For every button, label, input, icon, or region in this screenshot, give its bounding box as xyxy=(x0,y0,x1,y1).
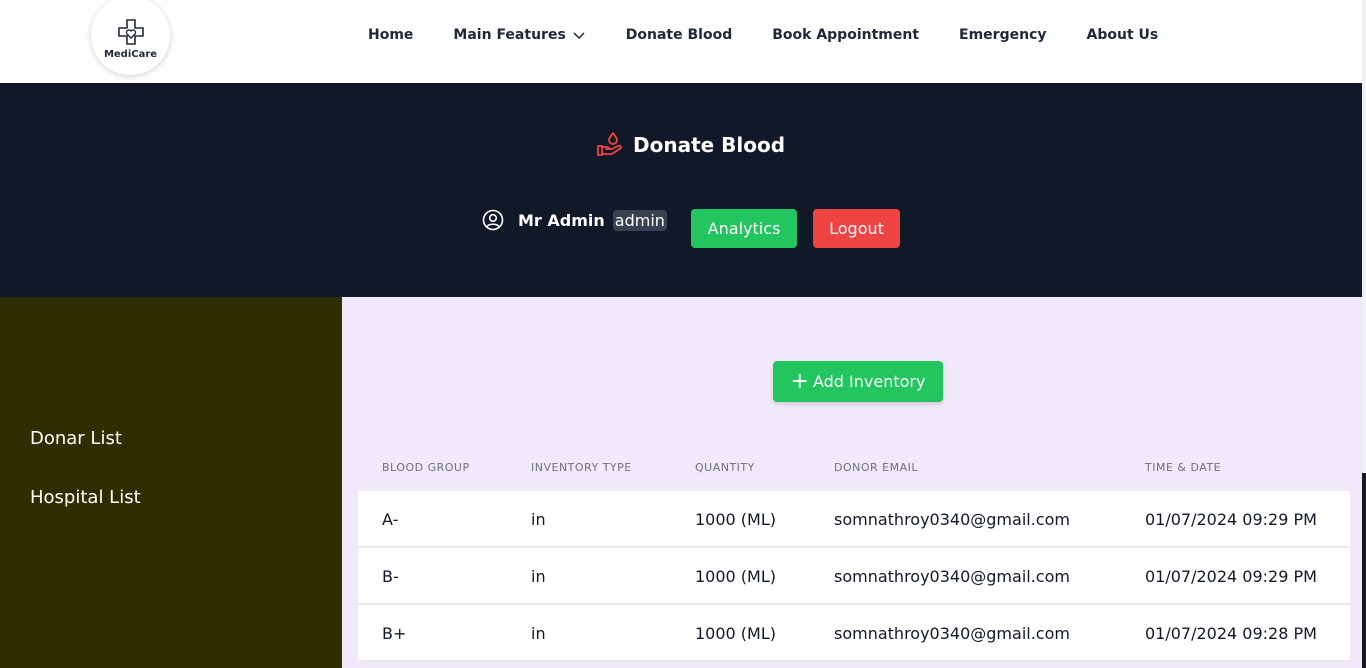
role-badge: admin xyxy=(612,209,667,231)
logo-text: MediCare xyxy=(103,48,158,60)
cell-donor-email: somnathroy0340@gmail.com xyxy=(834,510,1070,529)
table-row[interactable]: A- in 1000 (ML) somnathroy0340@gmail.com… xyxy=(358,491,1350,547)
column-header-blood-group[interactable]: Blood Group xyxy=(382,461,470,474)
chevron-down-icon xyxy=(573,32,585,40)
cell-quantity: 1000 (ML) xyxy=(695,567,777,586)
hand-holding-blood-icon xyxy=(597,132,622,156)
table-row[interactable]: B+ in 1000 (ML) somnathroy0340@gmail.com… xyxy=(358,605,1350,661)
cell-quantity: 1000 (ML) xyxy=(695,624,777,643)
table-row[interactable]: B- in 1000 (ML) somnathroy0340@gmail.com… xyxy=(358,548,1350,604)
nav-donate-blood[interactable]: Donate Blood xyxy=(626,27,732,43)
page-title-text: Donate Blood xyxy=(633,133,786,157)
nav-about-us[interactable]: About Us xyxy=(1087,27,1159,43)
cell-time-date: 01/07/2024 09:29 PM xyxy=(1145,510,1317,529)
cell-donor-email: somnathroy0340@gmail.com xyxy=(834,567,1070,586)
cell-inventory-type: in xyxy=(531,567,546,586)
sidebar: Donar List Hospital List xyxy=(0,297,342,668)
plus-icon: + xyxy=(790,368,809,394)
column-header-quantity[interactable]: Quantity xyxy=(695,461,755,474)
nav-book-appointment[interactable]: Book Appointment xyxy=(772,27,919,43)
user-info: Mr Admin admin xyxy=(482,209,667,231)
cell-blood-group: B+ xyxy=(382,624,407,643)
user-name: Mr Admin xyxy=(518,210,605,230)
logout-button[interactable]: Logout xyxy=(813,209,900,248)
medical-cross-heart-icon xyxy=(117,18,144,45)
scrollbar-thumb[interactable] xyxy=(1362,473,1366,668)
column-header-donor-email[interactable]: Donor Email xyxy=(834,461,918,474)
cell-inventory-type: in xyxy=(531,624,546,643)
page-title: Donate Blood xyxy=(596,131,785,159)
top-navbar: MediCare Home Main Features Donate Blood… xyxy=(0,0,1362,83)
column-header-inventory-type[interactable]: Inventory Type xyxy=(531,461,632,474)
add-inventory-button[interactable]: + Add Inventory xyxy=(773,361,943,402)
cell-blood-group: A- xyxy=(382,510,399,529)
cell-time-date: 01/07/2024 09:28 PM xyxy=(1145,624,1317,643)
table-header: Blood Group Inventory Type Quantity Dono… xyxy=(358,461,1350,491)
sidebar-item-hospital-list[interactable]: Hospital List xyxy=(30,487,141,508)
logo[interactable]: MediCare xyxy=(91,0,170,75)
cell-inventory-type: in xyxy=(531,510,546,529)
nav-links: Home Main Features Donate Blood Book App… xyxy=(368,0,1198,70)
nav-main-features-label: Main Features xyxy=(453,27,566,43)
analytics-button[interactable]: Analytics xyxy=(691,209,797,248)
sidebar-item-donar-list[interactable]: Donar List xyxy=(30,428,122,449)
main-content: + Add Inventory Blood Group Inventory Ty… xyxy=(342,297,1362,668)
cell-donor-email: somnathroy0340@gmail.com xyxy=(834,624,1070,643)
cell-quantity: 1000 (ML) xyxy=(695,510,777,529)
nav-home[interactable]: Home xyxy=(368,27,413,43)
cell-time-date: 01/07/2024 09:29 PM xyxy=(1145,567,1317,586)
cell-blood-group: B- xyxy=(382,567,399,586)
nav-main-features[interactable]: Main Features xyxy=(453,27,585,43)
nav-emergency[interactable]: Emergency xyxy=(959,27,1046,43)
user-circle-icon xyxy=(482,209,504,231)
add-inventory-label: Add Inventory xyxy=(812,372,926,391)
column-header-time-date[interactable]: Time & Date xyxy=(1145,461,1221,474)
page-header: Donate Blood Mr Admin admin Analytics Lo… xyxy=(0,83,1362,297)
